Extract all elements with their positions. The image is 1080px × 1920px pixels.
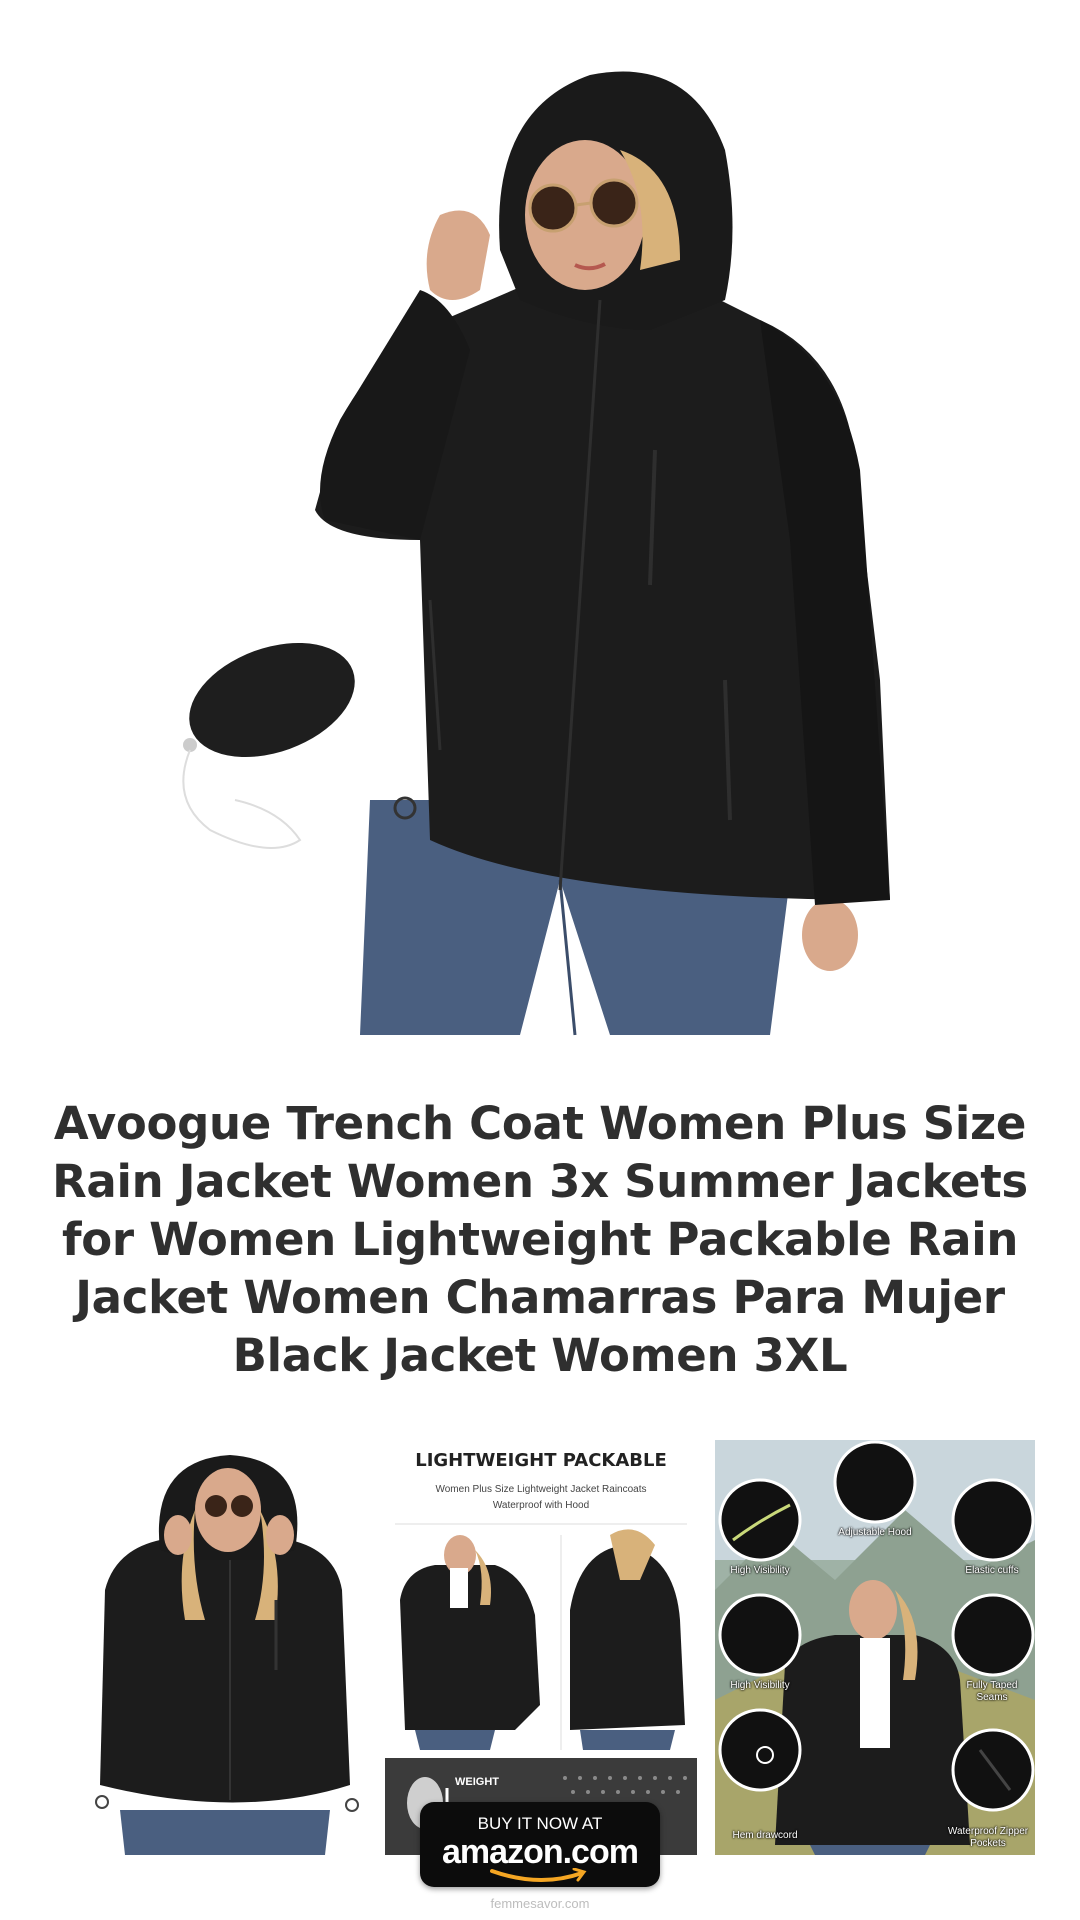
buy-it-now-label: BUY IT NOW AT — [477, 1814, 603, 1833]
gallery-thumbnail-model-front[interactable] — [80, 1440, 400, 1855]
hero-product-image[interactable] — [0, 0, 1080, 1040]
buy-on-amazon-button[interactable]: BUY IT NOW AT amazon.com — [420, 1802, 660, 1887]
weight-label: WEIGHT — [455, 1776, 499, 1788]
model-jacket-illustration — [182, 71, 890, 1036]
features-illustration — [715, 1440, 1035, 1855]
feature-high-visibility-2-icon — [718, 1593, 802, 1677]
feature-elastic-cuffs-icon — [951, 1478, 1035, 1562]
feature-label-high-visibility: High Visibility — [730, 1565, 790, 1576]
footer-site-name[interactable]: femmesavor.com — [0, 1896, 1080, 1911]
gallery-thumbnail-lightweight-packable[interactable]: LIGHTWEIGHT PACKABLE Women Plus Size Lig… — [385, 1440, 697, 1855]
feature-label-hem-drawcord: Hem drawcord — [732, 1830, 798, 1841]
feature-label-taped-seams-1: Fully Taped — [966, 1680, 1018, 1691]
feature-adjustable-hood-icon — [833, 1440, 917, 1524]
model-thumbnail-illustration — [95, 1455, 359, 1855]
amazon-smile-icon — [490, 1868, 587, 1882]
feature-zipper-pockets-icon — [951, 1728, 1035, 1812]
feature-taped-seams-icon — [951, 1593, 1035, 1677]
gallery-thumbnail-features[interactable]: Adjustable Hood High Visibility Elastic … — [715, 1440, 1035, 1855]
feature-label-taped-seams-2: Seams — [976, 1692, 1008, 1703]
product-title: Avoogue Trench Coat Women Plus Size Rain… — [52, 1097, 1028, 1382]
feature-label-adjustable-hood: Adjustable Hood — [838, 1527, 912, 1538]
feature-label-zipper-pockets-2: Pockets — [970, 1838, 1006, 1849]
amazon-logo-text: amazon.com — [442, 1833, 639, 1871]
feature-label-high-visibility-2: High Visibility — [730, 1680, 790, 1691]
feature-label-zipper-pockets-1: Waterproof Zipper — [947, 1826, 1029, 1837]
feature-label-elastic-cuffs: Elastic cuffs — [965, 1565, 1019, 1576]
